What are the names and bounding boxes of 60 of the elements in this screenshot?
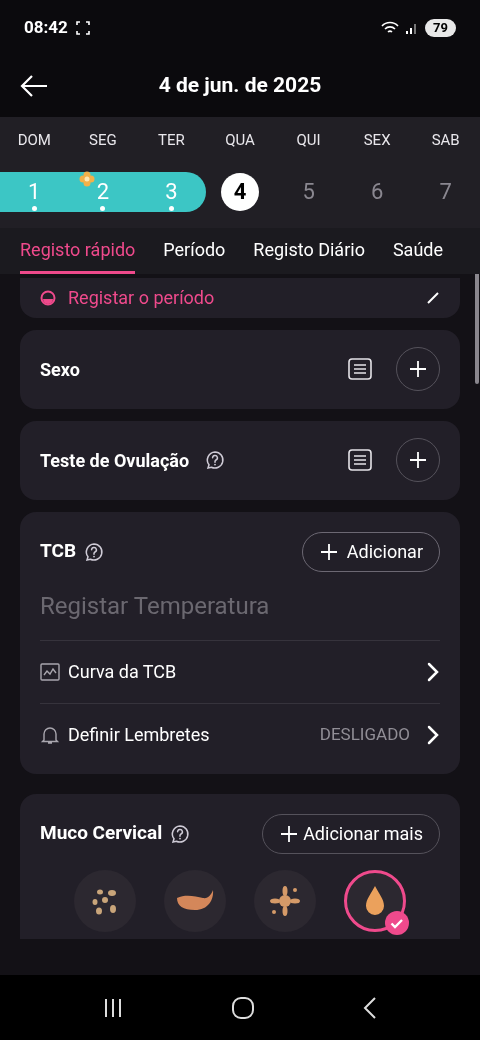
weekday-label: SEX xyxy=(362,130,392,151)
chevron-right-icon xyxy=(426,723,440,746)
plus-icon xyxy=(318,541,339,562)
temperature-field[interactable]: Registar Temperatura xyxy=(40,583,440,628)
chart-icon xyxy=(40,662,60,681)
weekday-label: QUI xyxy=(295,130,322,151)
day-cell[interactable]: 5 xyxy=(274,171,343,212)
day-number: 3 xyxy=(165,179,178,204)
tab[interactable]: Período xyxy=(163,235,226,274)
plus-icon xyxy=(279,823,300,844)
row-label: Definir Lembretes xyxy=(68,723,210,747)
clock: 08:42 xyxy=(24,15,68,39)
plus-icon xyxy=(408,450,428,470)
tab[interactable]: Registo rápido xyxy=(20,235,136,274)
bell-icon xyxy=(40,724,60,745)
card-title: Sexo xyxy=(40,357,80,382)
weekday-label: SEG xyxy=(88,130,118,151)
row-label: Curva da TCB xyxy=(68,660,177,684)
day-number: 7 xyxy=(439,179,452,204)
plus-icon xyxy=(408,359,428,379)
day-cell[interactable]: 4 xyxy=(205,171,275,212)
period-icon xyxy=(40,289,56,306)
day-cell[interactable]: 6 xyxy=(342,171,412,212)
settings-row[interactable]: Definir Lembretes DESLIGADO xyxy=(40,702,440,766)
weekday-label: TER xyxy=(157,130,186,151)
note-icon[interactable] xyxy=(348,358,372,380)
edit-icon xyxy=(426,290,440,305)
help-icon[interactable] xyxy=(84,541,105,562)
splash-icon xyxy=(268,883,302,918)
tab[interactable]: Saúde xyxy=(392,235,443,274)
back-arrow-icon xyxy=(20,74,48,98)
back-icon[interactable] xyxy=(362,995,379,1020)
help-icon[interactable] xyxy=(170,823,191,844)
weekday-label: DOM xyxy=(16,130,52,151)
day-number: 6 xyxy=(370,179,384,204)
chevron-right-icon xyxy=(426,660,440,683)
check-badge-icon xyxy=(385,910,409,935)
battery-indicator: 79 xyxy=(425,18,456,37)
screenshot-icon xyxy=(75,20,90,35)
weekday-label: QUA xyxy=(224,130,256,151)
settings-row[interactable]: Curva da TCB xyxy=(40,639,440,703)
day-number: 5 xyxy=(302,179,315,204)
day-number: 2 xyxy=(96,179,110,204)
day-number: 4 xyxy=(221,172,259,211)
home-icon[interactable] xyxy=(231,995,255,1020)
day-number: 1 xyxy=(28,179,41,204)
help-icon[interactable] xyxy=(205,450,226,470)
period-label: Registar o período xyxy=(68,286,215,310)
card-title: TCB xyxy=(40,538,77,565)
date-title: 4 de jun. de 2025 xyxy=(158,72,322,100)
row-value: DESLIGADO xyxy=(319,722,410,746)
period-card[interactable]: Registar o período xyxy=(20,277,460,318)
tab[interactable]: Registo Diário xyxy=(253,235,365,274)
day-cell[interactable]: 7 xyxy=(411,171,480,212)
weekday-label: SAB xyxy=(430,130,461,151)
card-title: Muco Cervical xyxy=(40,820,163,847)
flower-badge-icon xyxy=(78,170,95,187)
card-title: Teste de Ovulação xyxy=(40,448,190,473)
wifi-icon xyxy=(381,20,400,35)
note-icon[interactable] xyxy=(348,449,372,471)
